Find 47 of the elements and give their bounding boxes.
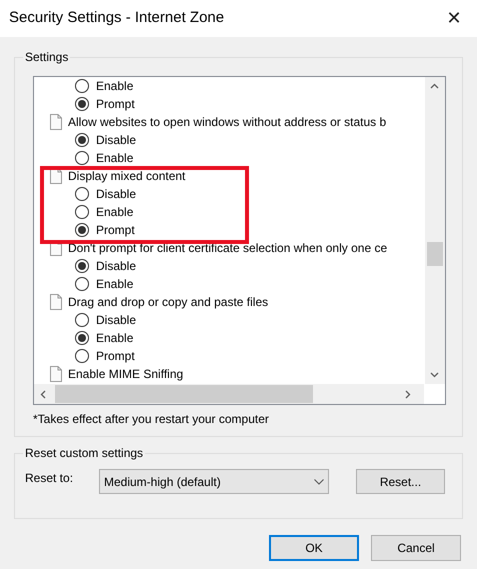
option-label: Enable [96, 78, 134, 95]
option-label: Disable [96, 258, 136, 275]
field-label: Reset to: [25, 470, 74, 486]
option-label: Enable [96, 330, 134, 347]
window-title: Security Settings - Internet Zone [9, 8, 224, 28]
group-label: Reset custom settings [23, 445, 146, 461]
setting-label: Allow websites to open windows without address or status b [68, 114, 386, 131]
chevron-down-icon [314, 478, 324, 484]
horizontal-scrollbar[interactable] [34, 384, 424, 404]
document-icon [50, 114, 62, 130]
option-label: Disable [96, 312, 136, 329]
document-icon [50, 366, 62, 382]
option-label: Disable [96, 132, 136, 149]
option-label: Disable [96, 186, 136, 203]
close-button[interactable]: ✕ [431, 0, 477, 37]
radio-button[interactable] [75, 187, 89, 201]
setting-label: Enable MIME Sniffing [68, 366, 184, 383]
option-label: Prompt [96, 222, 135, 239]
radio-button[interactable] [75, 151, 89, 165]
reset-dropdown[interactable]: Medium-high (default) [99, 469, 329, 494]
setting-label: Drag and drop or copy and paste files [68, 294, 268, 311]
radio-button[interactable] [75, 133, 89, 147]
scroll-thumb[interactable] [427, 242, 443, 266]
option-label: Enable [96, 204, 134, 221]
option-label: Enable [96, 276, 134, 293]
radio-button[interactable] [75, 331, 89, 345]
setting-label: Display mixed content [68, 168, 186, 185]
option-label: Prompt [96, 96, 135, 113]
radio-button[interactable] [75, 349, 89, 363]
reset-button[interactable]: Reset... [356, 469, 445, 494]
note-text: *Takes effect after you restart your computer [33, 411, 269, 427]
radio-button[interactable] [75, 223, 89, 237]
document-icon [50, 294, 62, 310]
group-label: Settings [23, 49, 70, 65]
cancel-button[interactable]: Cancel [371, 535, 461, 561]
setting-label: Don't prompt for client certificate selection when only one ce [68, 240, 388, 257]
radio-button[interactable] [75, 259, 89, 273]
radio-button[interactable] [75, 205, 89, 219]
option-label: Prompt [96, 348, 135, 365]
radio-button[interactable] [75, 79, 89, 93]
ok-button[interactable]: OK [269, 535, 359, 561]
radio-button[interactable] [75, 277, 89, 291]
radio-button[interactable] [75, 313, 89, 327]
scroll-thumb[interactable] [55, 385, 313, 403]
radio-button[interactable] [75, 97, 89, 111]
vertical-scrollbar[interactable] [425, 77, 445, 384]
option-label: Enable [96, 150, 134, 167]
